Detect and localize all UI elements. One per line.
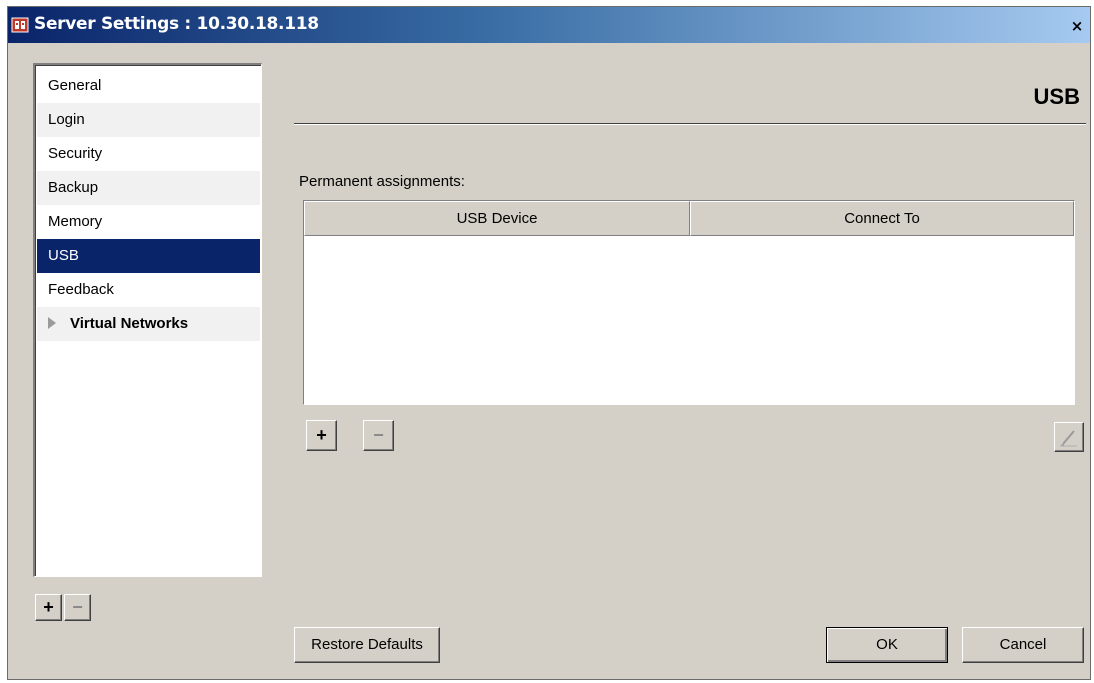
column-header-connect-to[interactable]: Connect To	[690, 201, 1074, 236]
sidebar-item-memory[interactable]: Memory	[37, 205, 260, 239]
sidebar-item-backup[interactable]: Backup	[37, 171, 260, 205]
add-assignment-button[interactable]: +	[306, 420, 337, 451]
ok-label: OK	[876, 636, 898, 653]
add-category-button[interactable]: +	[35, 594, 62, 621]
sidebar-item-label: Security	[48, 145, 103, 162]
cancel-button[interactable]: Cancel	[962, 627, 1084, 663]
edit-assignment-button[interactable]	[1054, 422, 1084, 452]
column-header-usb-device[interactable]: USB Device	[304, 201, 690, 236]
page-title: USB	[1033, 84, 1080, 109]
plus-icon: +	[316, 425, 327, 445]
minus-icon: −	[373, 425, 384, 445]
title-bar[interactable]: Server Settings : 10.30.18.118 ×	[8, 7, 1090, 43]
triangle-right-icon[interactable]	[48, 317, 56, 330]
sidebar-item-login[interactable]: Login	[37, 103, 260, 137]
close-button[interactable]: ×	[1066, 17, 1088, 37]
sidebar-item-label: General	[48, 77, 102, 94]
close-icon: ×	[1070, 17, 1084, 35]
restore-defaults-label: Restore Defaults	[311, 636, 423, 653]
restore-defaults-button[interactable]: Restore Defaults	[294, 627, 440, 663]
remove-assignment-button[interactable]: −	[363, 420, 394, 451]
sidebar-item-label: Login	[48, 111, 85, 128]
sidebar-item-feedback[interactable]: Feedback	[37, 273, 260, 307]
pencil-icon	[1060, 430, 1077, 447]
sidebar-item-general[interactable]: General	[37, 69, 260, 103]
cancel-label: Cancel	[999, 636, 1047, 653]
server-settings-dialog: Server Settings : 10.30.18.118 × General…	[7, 6, 1091, 680]
table-header: USB Device Connect To	[304, 201, 1074, 236]
sidebar-item-usb[interactable]: USB	[37, 239, 260, 273]
ok-button[interactable]: OK	[826, 627, 948, 663]
usb-assignments-table[interactable]: USB Device Connect To	[303, 200, 1075, 405]
permanent-assignments-label: Permanent assignments:	[299, 173, 465, 190]
sidebar-item-security[interactable]: Security	[37, 137, 260, 171]
settings-category-list[interactable]: General Login Security Backup Memory USB…	[33, 63, 262, 577]
sidebar-item-label: Backup	[48, 179, 99, 196]
sidebar-item-label: Memory	[48, 213, 103, 230]
remove-category-button[interactable]: −	[64, 594, 91, 621]
sidebar-item-label: USB	[48, 247, 79, 264]
title-divider	[294, 123, 1086, 125]
minus-icon: −	[72, 597, 83, 617]
window-title: Server Settings : 10.30.18.118	[34, 14, 319, 34]
server-settings-icon	[11, 17, 29, 33]
sidebar-item-label: Feedback	[48, 281, 114, 298]
plus-icon: +	[43, 597, 54, 617]
sidebar-item-virtual-networks[interactable]: Virtual Networks	[37, 307, 260, 341]
sidebar-item-label: Virtual Networks	[70, 315, 189, 332]
